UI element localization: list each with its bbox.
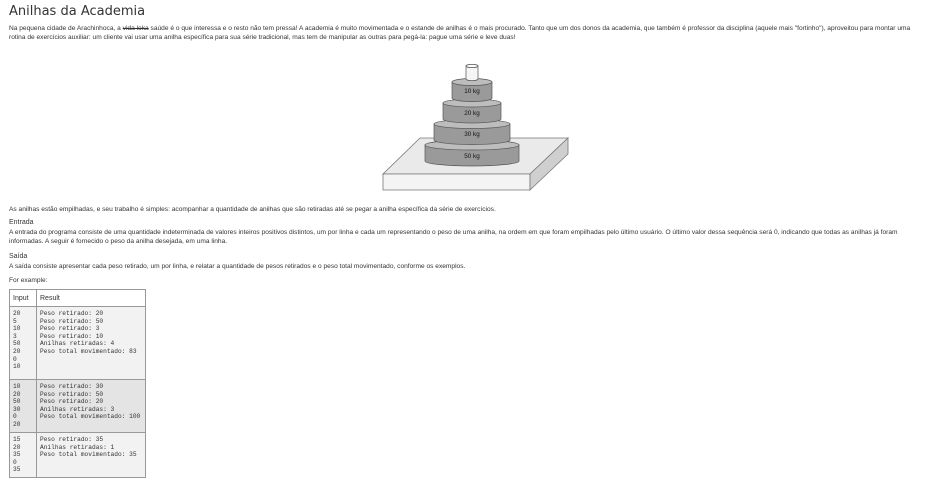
header-input: Input bbox=[9, 289, 37, 307]
example-result: Peso retirado: 30 Peso retirado: 50 Peso… bbox=[36, 379, 146, 433]
example-result: Peso retirado: 20 Peso retirado: 50 Peso… bbox=[36, 306, 146, 380]
input-description: A entrada do programa consiste de uma qu… bbox=[9, 229, 898, 245]
weight-plates-figure: 10 kg 20 kg 30 kg 50 kg bbox=[382, 64, 570, 191]
pole bbox=[465, 65, 479, 81]
intro-struck-text: vida loka bbox=[122, 25, 149, 32]
examples-table: Input Result 20 5 10 3 50 20 0 10 Peso r… bbox=[9, 289, 146, 478]
table-header-row: Input Result bbox=[9, 289, 146, 307]
output-description: A saída consiste apresentar cada peso re… bbox=[9, 263, 466, 270]
input-heading: Entrada bbox=[9, 219, 34, 226]
plate-label-50kg: 50 kg bbox=[464, 153, 480, 160]
example-result: Peso retirado: 35 Anilhas retiradas: 1 P… bbox=[36, 432, 146, 478]
page-title: Anilhas da Academia bbox=[9, 4, 146, 19]
example-label: For example: bbox=[9, 277, 48, 284]
output-heading: Saída bbox=[9, 253, 28, 260]
lead-paragraph: As anilhas estão empilhadas, e seu traba… bbox=[9, 206, 496, 213]
table-row: 10 20 50 30 0 20 Peso retirado: 30 Peso … bbox=[9, 379, 146, 433]
table-row: 15 20 35 0 35 Peso retirado: 35 Anilhas … bbox=[9, 432, 146, 478]
pole-top bbox=[465, 64, 479, 68]
example-input: 20 5 10 3 50 20 0 10 bbox=[9, 306, 37, 380]
plate-label-20kg: 20 kg bbox=[464, 110, 480, 117]
example-input: 10 20 50 30 0 20 bbox=[9, 379, 37, 433]
plate-label-30kg: 30 kg bbox=[464, 131, 480, 138]
table-row: 20 5 10 3 50 20 0 10 Peso retirado: 20 P… bbox=[9, 306, 146, 380]
header-result: Result bbox=[36, 289, 146, 307]
page: Anilhas da Academia Na pequena cidade de… bbox=[0, 0, 928, 484]
intro-paragraph: Na pequena cidade de Arachinhoca, a vida… bbox=[9, 25, 914, 42]
platform-front bbox=[382, 173, 531, 191]
intro-text-before: Na pequena cidade de Arachinhoca, a bbox=[9, 25, 123, 32]
plate-label-10kg: 10 kg bbox=[464, 88, 480, 95]
example-input: 15 20 35 0 35 bbox=[9, 432, 37, 478]
